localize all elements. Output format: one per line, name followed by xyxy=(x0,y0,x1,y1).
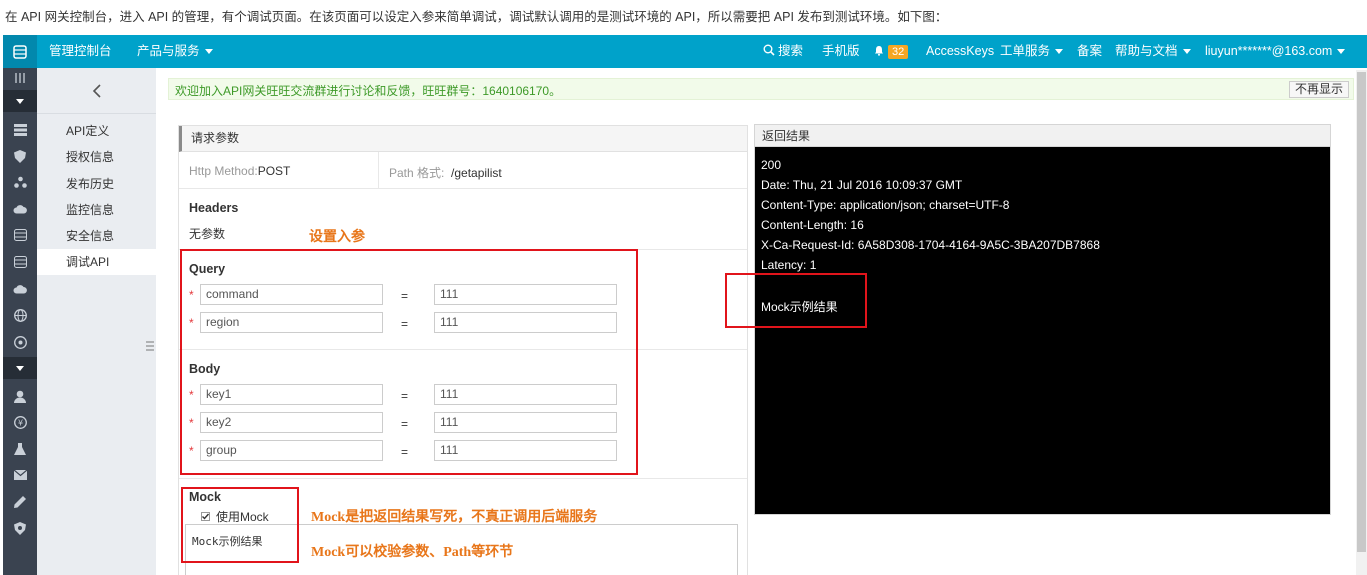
pencil-icon[interactable] xyxy=(12,494,28,510)
security-badge-icon[interactable] xyxy=(12,520,28,536)
sidebar-item-api-definition[interactable]: API定义 xyxy=(37,118,156,144)
path-label: Path 格式: xyxy=(389,166,445,180)
globe-icon[interactable] xyxy=(12,307,28,323)
shield-icon[interactable] xyxy=(12,148,28,164)
nav-search-label: 搜索 xyxy=(778,44,804,58)
billing-icon[interactable]: ¥ xyxy=(12,414,28,430)
nav-notifications[interactable]: 32 xyxy=(874,35,909,68)
response-header-line: Latency: 1 xyxy=(761,258,817,272)
svg-text:¥: ¥ xyxy=(17,418,22,427)
response-header-line: Content-Type: application/json; charset=… xyxy=(761,198,1010,212)
scrollbar-thumb[interactable] xyxy=(1357,72,1366,552)
sidebar-item-authorization[interactable]: 授权信息 xyxy=(37,144,156,170)
sidebar-collapse-handle-icon[interactable] xyxy=(146,340,156,358)
response-header-line: Content-Length: 16 xyxy=(761,218,864,232)
flask-icon[interactable] xyxy=(12,441,28,457)
response-header-line: Date: Thu, 21 Jul 2016 10:09:37 GMT xyxy=(761,178,963,192)
cloud-service-icon[interactable] xyxy=(12,281,28,297)
response-status: 200 xyxy=(761,158,782,172)
sidebar-item-release-history[interactable]: 发布历史 xyxy=(37,171,156,197)
section-divider xyxy=(179,478,747,479)
nav-search[interactable]: 搜索 xyxy=(763,35,803,68)
bell-icon xyxy=(875,46,883,56)
sidebar-item-monitoring[interactable]: 监控信息 xyxy=(37,197,156,223)
intro-text: 在 API 网关控制台，进入 API 的管理，有个调试页面。在该页面可以设定入参… xyxy=(5,10,948,24)
response-header-line: X-Ca-Request-Id: 6A58D308-1704-4164-9A5C… xyxy=(761,238,1100,252)
http-method: Http Method:POST xyxy=(189,164,290,178)
cloud-icon[interactable] xyxy=(12,201,28,217)
server-icon[interactable] xyxy=(12,254,28,270)
mail-icon[interactable] xyxy=(12,467,28,483)
response-body-highlight xyxy=(725,273,867,328)
search-icon xyxy=(763,44,775,56)
path-value: /getapilist xyxy=(451,166,502,180)
caret-down-icon xyxy=(16,99,24,104)
chevron-down-icon xyxy=(1337,49,1346,55)
nav-tickets-menu[interactable]: 工单服务 xyxy=(1000,35,1064,68)
nav-access-keys[interactable]: AccessKeys xyxy=(926,35,994,68)
rail-collapse-group[interactable] xyxy=(3,90,37,112)
icon-rail: ¥ xyxy=(3,68,37,575)
console-logo-icon[interactable] xyxy=(3,35,37,68)
nav-user-menu[interactable]: liuyun*******@163.com xyxy=(1205,35,1346,68)
headers-empty-text: 无参数 xyxy=(189,227,226,241)
menu-toggle-icon[interactable] xyxy=(12,70,28,86)
annotation-mock-note-1: Mock是把返回结果写死，不真正调用后端服务 xyxy=(311,510,598,525)
request-params-title: 请求参数 xyxy=(179,126,747,152)
nav-products-menu[interactable]: 产品与服务 xyxy=(137,35,213,68)
api-icon[interactable] xyxy=(12,334,28,350)
notice-text: 欢迎加入API网关旺旺交流群进行讨论和反馈，旺旺群号：1640106170。 xyxy=(175,84,562,98)
column-divider xyxy=(378,152,379,188)
caret-down-icon xyxy=(16,366,24,371)
nav-help-label: 帮助与文档 xyxy=(1115,44,1178,58)
rail-collapse-group-2[interactable] xyxy=(3,357,37,379)
back-button[interactable] xyxy=(37,68,156,114)
sidebar-item-debug-api[interactable]: 调试API xyxy=(37,249,156,275)
dismiss-notice-button[interactable]: 不再显示 xyxy=(1288,81,1349,98)
network-icon[interactable] xyxy=(12,174,28,190)
notice-banner: 欢迎加入API网关旺旺交流群进行讨论和反馈，旺旺群号：1640106170。 不… xyxy=(168,78,1354,100)
annotation-mock-note-2: Mock可以校验参数、Path等环节 xyxy=(311,545,514,560)
database-icon[interactable] xyxy=(12,122,28,138)
top-navbar: 管理控制台 产品与服务 搜索 手机版 32 AccessKeys 工单服务 备案… xyxy=(3,35,1367,68)
annotation-set-params: 设置入参 xyxy=(309,230,365,245)
method-path-row: Http Method:POST Path 格式: /getapilist xyxy=(179,152,747,189)
nav-console[interactable]: 管理控制台 xyxy=(49,35,112,68)
chevron-down-icon xyxy=(1182,49,1191,55)
api-sidebar: API定义 授权信息 发布历史 监控信息 安全信息 调试API xyxy=(37,68,156,575)
nav-user-label: liuyun*******@163.com xyxy=(1205,44,1333,58)
path-format: Path 格式: /getapilist xyxy=(389,164,502,181)
headers-title: Headers xyxy=(189,201,239,215)
query-body-highlight xyxy=(180,249,638,475)
page-scrollbar[interactable] xyxy=(1356,70,1367,575)
http-method-value: POST xyxy=(257,164,291,178)
nav-help-menu[interactable]: 帮助与文档 xyxy=(1115,35,1191,68)
http-method-label: Http Method: xyxy=(189,164,258,178)
chevron-left-icon xyxy=(92,83,101,98)
nav-products-label: 产品与服务 xyxy=(137,44,200,58)
user-icon[interactable] xyxy=(12,388,28,404)
response-title: 返回结果 xyxy=(755,125,1330,147)
storage-icon[interactable] xyxy=(12,227,28,243)
chevron-down-icon xyxy=(1055,49,1064,55)
nav-beian[interactable]: 备案 xyxy=(1077,35,1102,68)
nav-tickets-label: 工单服务 xyxy=(1000,44,1051,58)
notification-count-badge: 32 xyxy=(888,45,909,59)
chevron-down-icon xyxy=(204,49,213,55)
mock-highlight xyxy=(181,487,299,563)
sidebar-item-security[interactable]: 安全信息 xyxy=(37,223,156,249)
nav-mobile[interactable]: 手机版 xyxy=(822,35,860,68)
